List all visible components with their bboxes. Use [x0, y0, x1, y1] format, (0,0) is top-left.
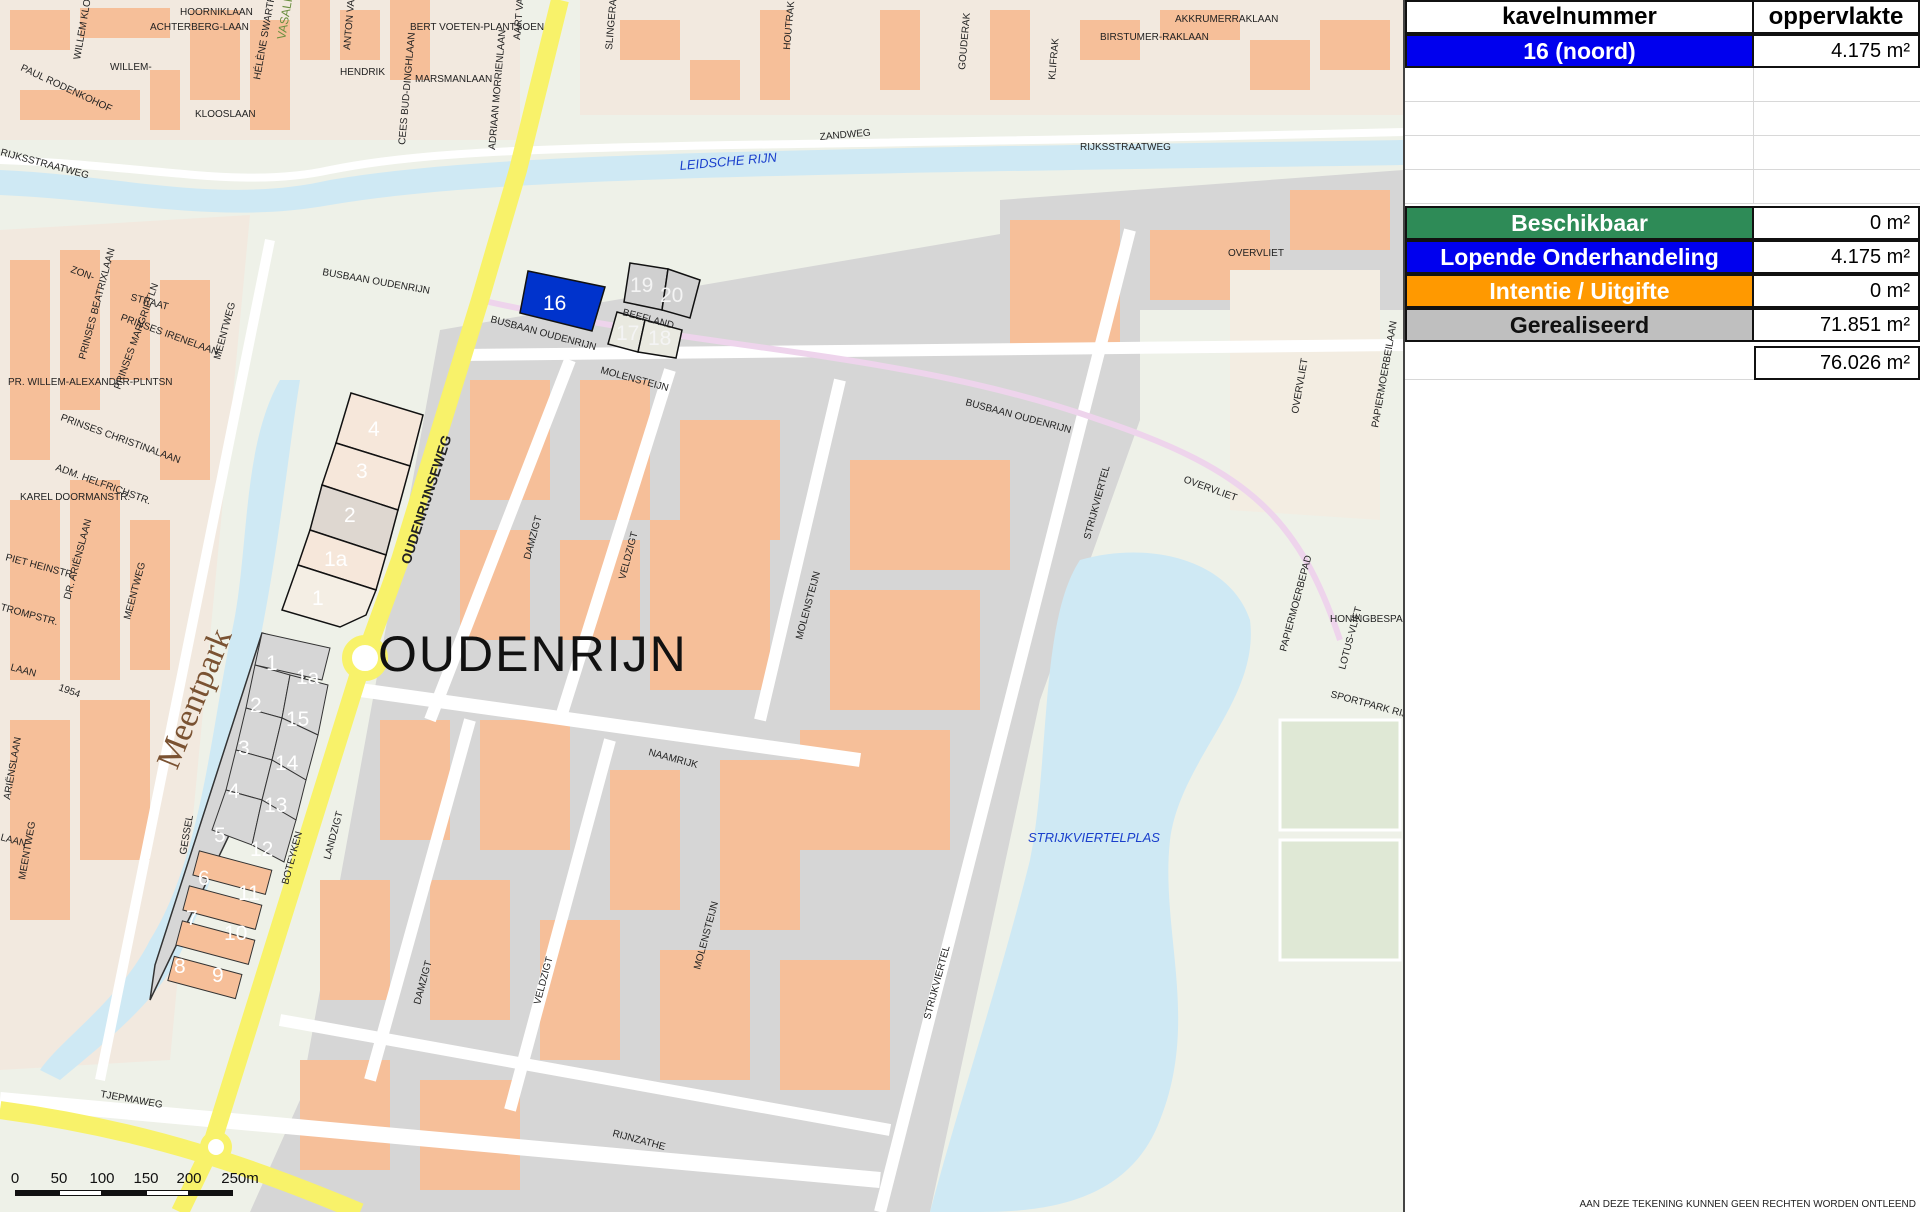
street-label: HONINGBESPAD	[1330, 614, 1403, 625]
lot-label: 15	[286, 708, 309, 731]
residential-area-northeast	[580, 0, 1403, 115]
map-canvas[interactable]: HOORNIKLAAN ACHTERBERG-LAAN WILLEM KLOOS…	[0, 0, 1403, 1212]
lot-label: 12	[250, 838, 273, 861]
street-label: BERT VOETEN-PLANTSOEN	[410, 22, 544, 33]
street-label: KLOOSLAAN	[195, 109, 256, 120]
street-label: ACHTERBERG-LAAN	[150, 22, 249, 33]
total-row: 76.026 m²	[1405, 346, 1920, 380]
empty-row	[1405, 136, 1920, 170]
legend-row-beschikbaar: Beschikbaar 0 m²	[1405, 206, 1920, 240]
legend-name: Lopende Onderhandeling	[1405, 240, 1754, 274]
scale-label: 50	[50, 1170, 68, 1187]
street-label: PR. WILLEM-ALEXANDER-PLNTSN	[8, 377, 172, 388]
scale-label: 0	[10, 1170, 20, 1187]
header-oppervlakte: oppervlakte	[1754, 0, 1920, 34]
lot-label: 14	[275, 752, 299, 775]
lot-label: 4	[228, 780, 240, 803]
lot-label: 1	[266, 652, 278, 675]
lot-label: 4	[368, 418, 380, 441]
place-label-oudenrijn: OUDENRIJN	[378, 626, 688, 682]
lot-area-cell: 4.175 m²	[1754, 34, 1920, 68]
lot-label: 6	[198, 867, 210, 890]
table-row[interactable]: 16 (noord) 4.175 m²	[1405, 34, 1920, 68]
lot-label: 11	[238, 882, 260, 905]
lot-label: 13	[264, 794, 287, 817]
scale-segment	[15, 1190, 59, 1196]
lot-label: 10	[224, 922, 247, 945]
legend-area: 71.851 m²	[1754, 308, 1920, 342]
legend-row-gerealiseerd: Gerealiseerd 71.851 m²	[1405, 308, 1920, 342]
street-label: KAREL DOORMANSTR.	[20, 492, 130, 503]
empty-row	[1405, 102, 1920, 136]
empty-row	[1405, 170, 1920, 204]
scale-segment	[146, 1190, 189, 1196]
total-name-cell	[1405, 346, 1754, 380]
sportpark-field	[1278, 718, 1402, 832]
street-label: STRIJKVIERTELPLAS	[1028, 830, 1160, 845]
lot-label: 1	[312, 587, 324, 610]
legend-area: 4.175 m²	[1754, 240, 1920, 274]
disclaimer: AAN DEZE TEKENING KUNNEN GEEN RECHTEN WO…	[1579, 1199, 1916, 1210]
scale-label: 200	[176, 1170, 202, 1187]
sportpark-field	[1278, 838, 1402, 962]
roundabout	[200, 1131, 232, 1163]
street-label: RIJKSSTRAATWEG	[1080, 142, 1171, 153]
scale-segment	[59, 1190, 102, 1196]
residential-area-overvliet	[1230, 270, 1380, 520]
lot-table-panel: kavelnummer oppervlakte 16 (noord) 4.175…	[1403, 0, 1920, 1212]
legend-name: Intentie / Uitgifte	[1405, 274, 1754, 308]
lot-label: 3	[356, 460, 368, 483]
scale-label: 250m	[221, 1170, 259, 1187]
total-area: 76.026 m²	[1754, 346, 1920, 380]
street-label: BIRSTUMER-RAKLAAN	[1100, 32, 1209, 43]
scale-segment	[102, 1190, 146, 1196]
lot-label: 8	[174, 955, 186, 978]
legend-row-intentie-uitgifte: Intentie / Uitgifte 0 m²	[1405, 274, 1920, 308]
lot-label: 18	[648, 327, 671, 350]
street-label: MARSMANLAAN	[415, 74, 492, 85]
lot-label: 1a	[324, 548, 348, 571]
lot-label-16: 16	[543, 292, 566, 315]
legend-row-lopende-onderhandeling: Lopende Onderhandeling 4.175 m²	[1405, 240, 1920, 274]
lot-label: 9	[212, 964, 224, 987]
scale-label: 100	[89, 1170, 115, 1187]
lot-label: 1a	[296, 666, 320, 689]
lot-label: 17	[616, 322, 639, 345]
street-label: HENDRIK	[340, 67, 385, 78]
scale-bar: 0 50 100 150 200 250m	[8, 1170, 268, 1206]
scale-segment	[189, 1190, 233, 1196]
lot-name-cell: 16 (noord)	[1405, 34, 1754, 68]
street-label: WILLEM-	[110, 62, 152, 73]
lot-label: 2	[344, 504, 356, 527]
lot-label: 20	[660, 284, 683, 307]
legend-area: 0 m²	[1754, 206, 1920, 240]
street-label: HOORNIKLAAN	[180, 7, 253, 18]
scale-label: 150	[133, 1170, 159, 1187]
lot-label: 2	[250, 694, 262, 717]
empty-row	[1405, 68, 1920, 102]
lot-label: 5	[214, 824, 226, 847]
map-panel[interactable]: HOORNIKLAAN ACHTERBERG-LAAN WILLEM KLOOS…	[0, 0, 1403, 1212]
street-label: AKKRUMERRAKLAAN	[1175, 14, 1278, 25]
header-kavelnummer: kavelnummer	[1405, 0, 1754, 34]
street-label: OVERVLIET	[1228, 248, 1284, 259]
lot-label: 7	[186, 907, 198, 930]
lot-label: 3	[238, 737, 250, 760]
legend-area: 0 m²	[1754, 274, 1920, 308]
legend-name: Gerealiseerd	[1405, 308, 1754, 342]
legend-name: Beschikbaar	[1405, 206, 1754, 240]
table-header: kavelnummer oppervlakte	[1405, 0, 1920, 34]
lot-label: 19	[630, 274, 653, 297]
